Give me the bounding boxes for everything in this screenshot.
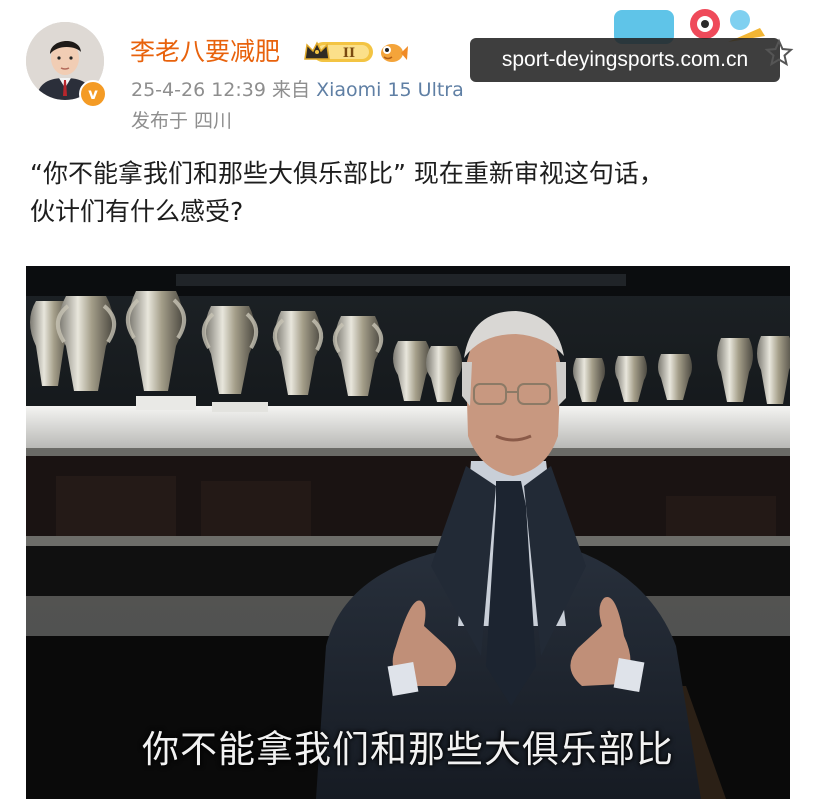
watermark: sport-deyingsports.com.cn <box>470 38 780 82</box>
post-timestamp[interactable]: 25-4-26 12:39 <box>131 79 266 101</box>
video-subtitle: 你不能拿我们和那些大俱乐部比 <box>142 728 674 771</box>
video-still <box>26 266 790 799</box>
fish-emoji-icon <box>378 38 408 66</box>
post-image[interactable]: 你不能拿我们和那些大俱乐部比 <box>26 266 790 799</box>
post-text: “你不能拿我们和那些大俱乐部比” 现在重新审视这句话， 伙计们有什么感受? <box>30 159 664 226</box>
star-icon[interactable] <box>764 38 794 68</box>
post-meta: 25-4-26 12:39 来自 Xiaomi 15 Ultra <box>131 77 464 103</box>
username[interactable]: 李老八要减肥 <box>130 37 280 67</box>
device-name[interactable]: Xiaomi 15 Ultra <box>316 79 464 101</box>
member-level-label: II <box>343 46 355 61</box>
crown-member-badge[interactable]: II <box>303 39 377 65</box>
verified-badge-icon: v <box>79 80 107 108</box>
post-location: 发布于 四川 <box>131 110 233 132</box>
source-prefix: 来自 <box>272 79 311 101</box>
